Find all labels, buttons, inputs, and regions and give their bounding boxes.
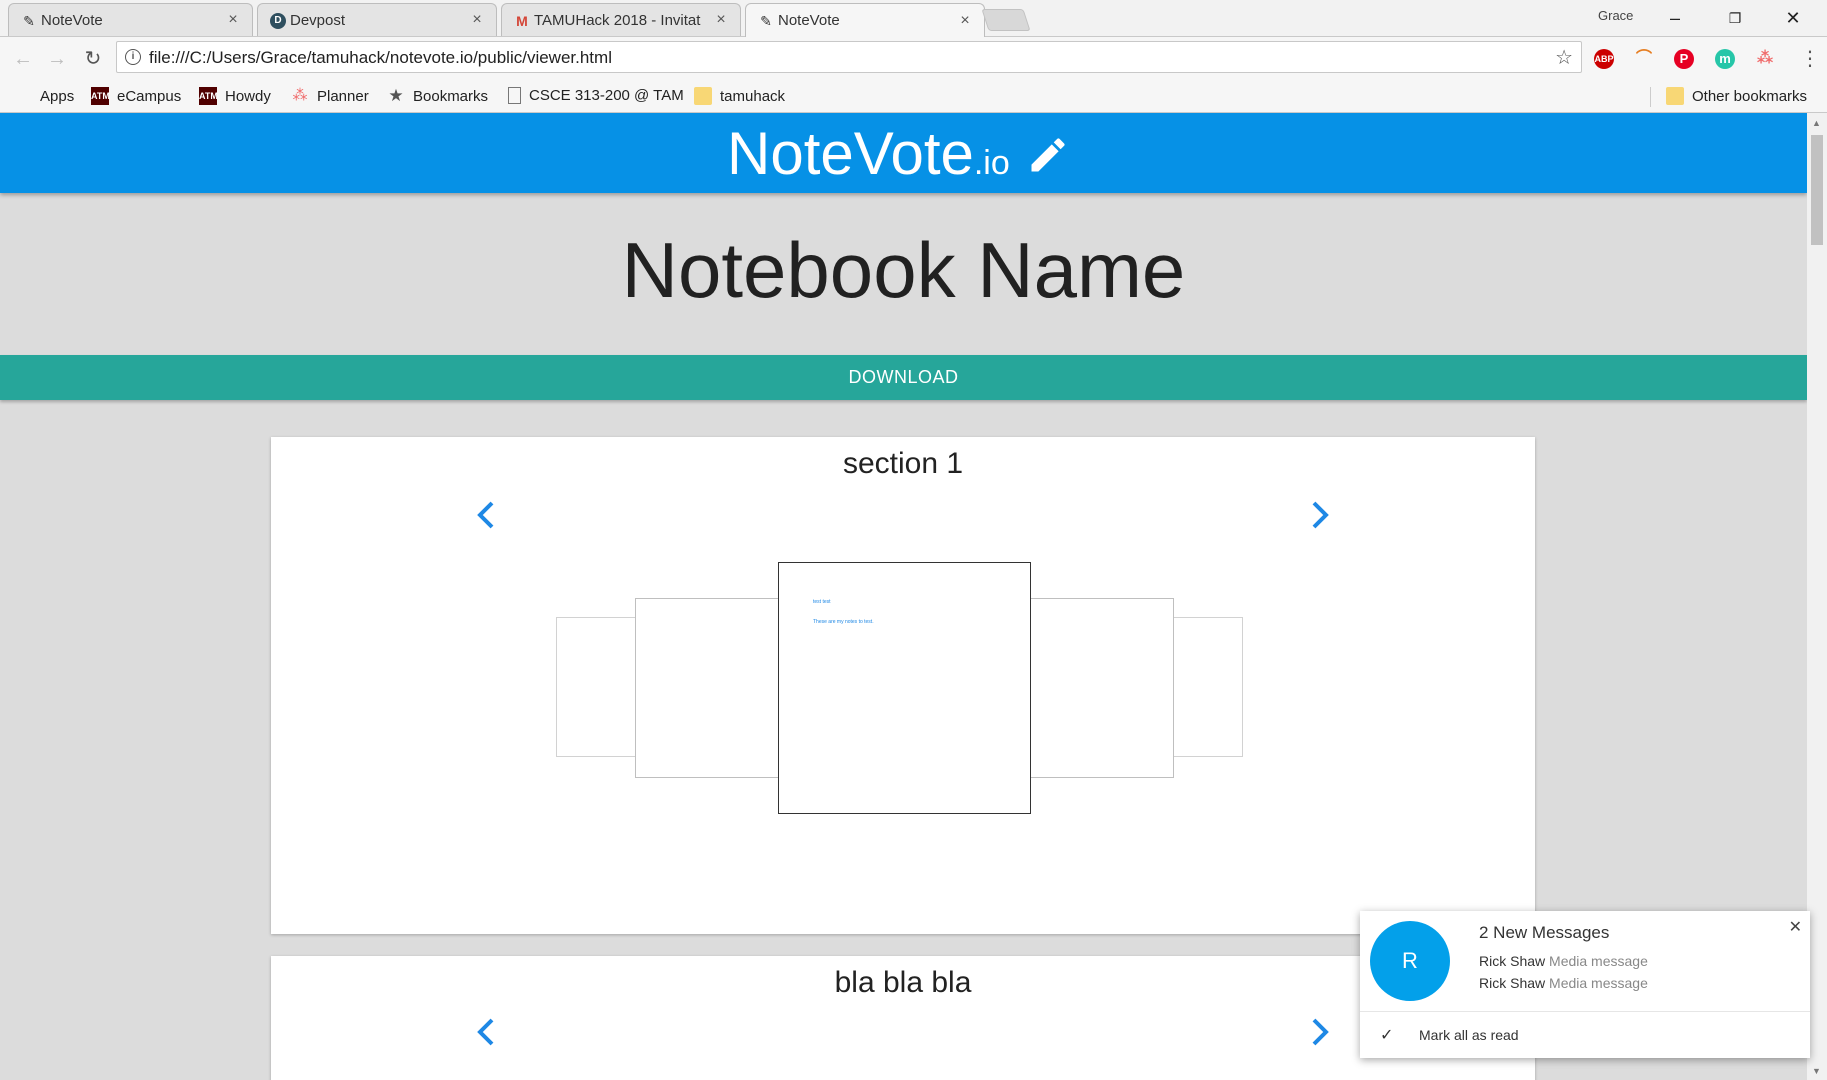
page-line-2: These are my notes to test.	[813, 619, 874, 625]
pencil-icon: ✎	[23, 13, 35, 29]
bookmark-label: tamuhack	[720, 87, 786, 105]
bookmark-planner[interactable]: ⁂ Planner	[291, 87, 369, 105]
logo-tld: .io	[973, 144, 1010, 182]
folder-icon	[1666, 87, 1684, 105]
download-button[interactable]: DOWNLOAD	[0, 355, 1807, 400]
app-header: NoteVote.io	[0, 113, 1807, 193]
message-line: Rick Shaw Media message	[1479, 953, 1648, 969]
tab-title: Devpost	[290, 11, 346, 29]
mark-all-read-button[interactable]: Mark all as read	[1419, 1027, 1519, 1043]
asana-icon[interactable]: ⁂	[1755, 49, 1775, 69]
message-line: Rick Shaw Media message	[1479, 975, 1648, 991]
message-sender: Rick Shaw	[1479, 975, 1546, 991]
chevron-left-icon[interactable]	[470, 1012, 502, 1052]
scroll-up-icon[interactable]: ▲	[1812, 118, 1821, 128]
star-icon: ★	[388, 86, 404, 105]
section-card: bla bla bla	[271, 956, 1535, 1080]
url-text[interactable]: file:///C:/Users/Grace/tamuhack/notevote…	[149, 48, 612, 68]
minimize-icon[interactable]: –	[1652, 4, 1698, 32]
carousel-page[interactable]	[635, 598, 779, 778]
adblock-icon[interactable]: ABP	[1594, 49, 1614, 69]
pencil-edit-icon[interactable]	[1026, 133, 1070, 177]
profile-name[interactable]: Grace	[1598, 8, 1633, 23]
bookmark-label: Apps	[40, 87, 75, 105]
carousel-page[interactable]	[1030, 598, 1174, 778]
restore-icon[interactable]: ❐	[1712, 4, 1758, 32]
page-line-1: test test	[813, 599, 831, 605]
tab-title: TAMUHack 2018 - Invitat	[534, 11, 701, 29]
bookmark-label: eCampus	[117, 87, 182, 105]
chevron-left-icon[interactable]	[470, 495, 502, 535]
close-icon[interactable]: ×	[224, 11, 242, 29]
tab-notevote-active[interactable]: ✎ NoteVote ×	[745, 3, 985, 37]
browser-toolbar: ← → ↻ i file:///C:/Users/Grace/tamuhack/…	[0, 37, 1827, 81]
back-arrow-icon[interactable]: ←	[8, 45, 38, 73]
close-icon[interactable]: ✕	[1789, 917, 1802, 937]
message-text: Media message	[1549, 975, 1648, 991]
other-bookmarks[interactable]: Other bookmarks	[1666, 87, 1807, 105]
logo[interactable]: NoteVote.io	[727, 119, 1010, 188]
bookmark-separator	[1650, 87, 1651, 107]
divider	[1360, 1011, 1810, 1012]
checkmark-icon: ✓	[1380, 1027, 1394, 1044]
avatar: R	[1370, 921, 1450, 1001]
m-extension-icon[interactable]: m	[1715, 49, 1735, 69]
address-bar[interactable]: i file:///C:/Users/Grace/tamuhack/notevo…	[116, 41, 1582, 73]
bookmark-star-icon[interactable]: ☆	[1555, 45, 1573, 70]
window-close-icon[interactable]: ✕	[1770, 4, 1816, 32]
message-text: Media message	[1549, 953, 1648, 969]
bookmarks-bar: Apps ATM eCampus ATM Howdy ⁂ Planner ★ B…	[0, 81, 1827, 113]
bookmark-label: Other bookmarks	[1692, 87, 1808, 105]
bookmark-ecampus[interactable]: ATM eCampus	[91, 87, 181, 105]
bookmark-label: Planner	[317, 87, 369, 105]
carousel-page-current[interactable]: test test These are my notes to test.	[778, 562, 1031, 814]
bookmark-label: Howdy	[225, 87, 271, 105]
section-title: section 1	[842, 447, 964, 480]
asana-icon: ⁂	[292, 87, 308, 104]
tab-devpost[interactable]: D Devpost ×	[257, 3, 497, 36]
menu-icon[interactable]: ⋮	[1800, 43, 1820, 75]
section-title: bla bla bla	[834, 966, 972, 999]
bookmark-howdy[interactable]: ATM Howdy	[199, 87, 271, 105]
bookmark-csce[interactable]: CSCE 313-200 @ TAM	[508, 87, 684, 104]
tab-title: NoteVote	[778, 12, 840, 29]
info-icon[interactable]: i	[125, 49, 141, 65]
forward-arrow-icon[interactable]: →	[42, 45, 72, 73]
tab-title: NoteVote	[41, 11, 103, 29]
new-tab-button[interactable]	[981, 9, 1031, 31]
section-card: section 1 test test These are my notes t…	[271, 437, 1535, 934]
reload-icon[interactable]: ↻	[78, 45, 108, 73]
scrollbar-thumb[interactable]	[1811, 135, 1823, 245]
gmail-icon: M	[516, 13, 528, 29]
chevron-right-icon[interactable]	[1304, 495, 1336, 535]
bookmark-tamuhack[interactable]: tamuhack	[694, 87, 785, 105]
devpost-icon: D	[270, 13, 286, 29]
rainbow-extension-icon[interactable]: ⌒	[1634, 49, 1654, 69]
bookmark-apps[interactable]: Apps	[14, 87, 74, 105]
message-sender: Rick Shaw	[1479, 953, 1546, 969]
folder-icon	[694, 87, 712, 105]
scroll-down-icon[interactable]: ▼	[1812, 1066, 1821, 1076]
atm-icon: ATM	[199, 87, 218, 105]
close-icon[interactable]: ×	[468, 11, 486, 29]
notification-title: 2 New Messages	[1479, 923, 1610, 942]
message-notification: R 2 New Messages Rick Shaw Media message…	[1360, 911, 1810, 1058]
chevron-right-icon[interactable]	[1304, 1012, 1336, 1052]
apps-grid-icon	[14, 87, 32, 105]
tab-gmail[interactable]: M TAMUHack 2018 - Invitat ×	[501, 3, 741, 36]
tab-notevote-1[interactable]: ✎ NoteVote ×	[8, 3, 253, 36]
atm-icon: ATM	[91, 87, 110, 105]
bookmark-label: Bookmarks	[413, 87, 489, 105]
pinterest-icon[interactable]: P	[1674, 49, 1694, 69]
pencil-icon: ✎	[760, 13, 772, 29]
logo-name: NoteVote	[727, 120, 974, 187]
bookmark-label: CSCE 313-200 @ TAM	[529, 87, 684, 104]
tab-strip: ✎ NoteVote × D Devpost × M TAMUHack 2018…	[0, 0, 1827, 37]
close-icon[interactable]: ×	[712, 11, 730, 29]
close-icon[interactable]: ×	[956, 12, 974, 30]
page-icon	[508, 87, 521, 104]
bookmark-bookmarks[interactable]: ★ Bookmarks	[387, 87, 488, 105]
page-scrollbar[interactable]: ▲ ▼	[1807, 113, 1827, 1080]
notebook-title: Notebook Name	[621, 226, 1186, 314]
